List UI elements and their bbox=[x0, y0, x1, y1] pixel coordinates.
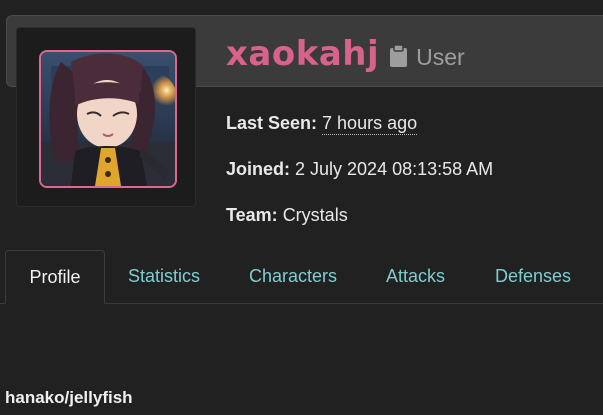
tab-profile[interactable]: Profile bbox=[5, 250, 105, 304]
avatar-card: ening bbox=[16, 27, 196, 207]
team-value: Crystals bbox=[282, 205, 348, 225]
username-row: xaokahj User bbox=[226, 32, 465, 76]
profile-page: ening xaokahj bbox=[0, 0, 603, 415]
last-seen-line: Last Seen: 7 hours ago bbox=[226, 113, 418, 135]
username: xaokahj bbox=[226, 34, 380, 74]
tab-statistics[interactable]: Statistics bbox=[128, 250, 200, 303]
joined-value: 2 July 2024 08:13:58 AM bbox=[295, 159, 494, 179]
tab-attacks[interactable]: Attacks bbox=[386, 250, 445, 303]
last-seen-label: Last Seen: bbox=[226, 113, 318, 133]
avatar[interactable]: ening bbox=[39, 50, 177, 188]
tab-characters[interactable]: Characters bbox=[249, 250, 337, 303]
tab-defenses[interactable]: Defenses bbox=[495, 250, 571, 303]
team-label: Team: bbox=[226, 205, 278, 225]
joined-line: Joined: 2 July 2024 08:13:58 AM bbox=[226, 159, 493, 180]
joined-label: Joined: bbox=[226, 159, 291, 179]
avatar-image: ening bbox=[41, 52, 175, 186]
profile-tabs: Profile Statistics Characters Attacks De… bbox=[0, 250, 603, 304]
role-label: User bbox=[416, 43, 465, 70]
clipboard-icon bbox=[390, 45, 408, 67]
team-line: Team: Crystals bbox=[226, 205, 348, 226]
last-seen-value[interactable]: 7 hours ago bbox=[322, 113, 418, 135]
profile-bio: hanako/jellyfish bbox=[5, 388, 133, 407]
